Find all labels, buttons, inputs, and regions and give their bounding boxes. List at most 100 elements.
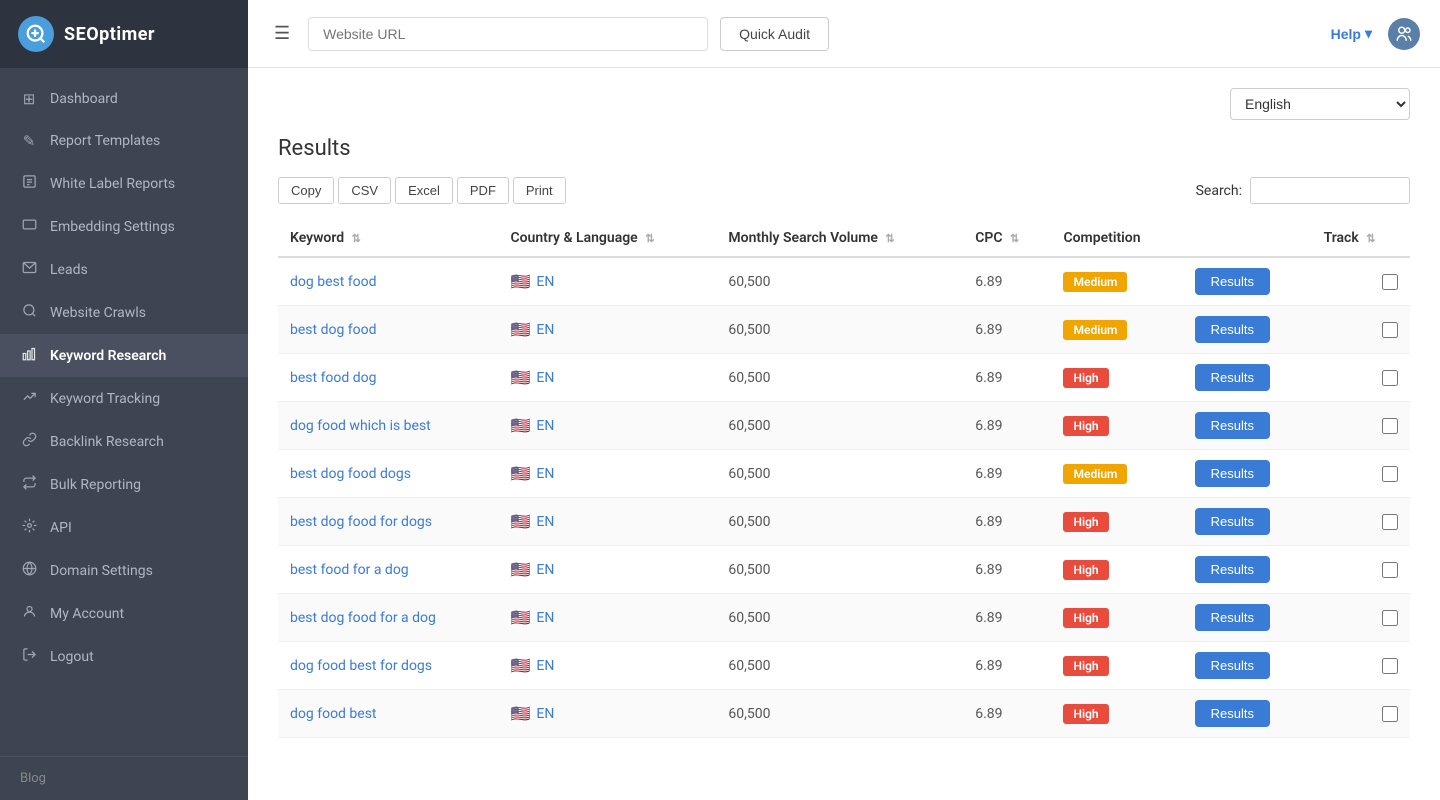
my-account-icon — [20, 604, 38, 623]
quick-audit-button[interactable]: Quick Audit — [720, 17, 829, 51]
table-row: best dog food for a dog 🇺🇸 EN 60,500 6.8… — [278, 594, 1410, 642]
cell-results-btn: Results — [1183, 546, 1312, 594]
track-checkbox[interactable] — [1382, 466, 1398, 482]
hamburger-button[interactable]: ☰ — [268, 17, 296, 50]
domain-settings-icon — [20, 561, 38, 580]
language-row: English Spanish French German — [278, 88, 1410, 120]
col-country-language: Country & Language ⇅ — [498, 220, 716, 257]
excel-button[interactable]: Excel — [395, 177, 453, 204]
competition-badge: High — [1063, 656, 1108, 676]
track-checkbox[interactable] — [1382, 274, 1398, 290]
white-label-icon — [20, 174, 38, 193]
flag-icon: 🇺🇸 — [510, 608, 530, 627]
copy-button[interactable]: Copy — [278, 177, 334, 204]
export-row: Copy CSV Excel PDF Print Search: — [278, 177, 1410, 204]
language-selector[interactable]: English Spanish French German — [1230, 88, 1410, 120]
results-button[interactable]: Results — [1195, 316, 1270, 343]
cell-volume: 60,500 — [716, 257, 963, 306]
table-row: best dog food 🇺🇸 EN 60,500 6.89 Medium R… — [278, 306, 1410, 354]
flag-icon: 🇺🇸 — [510, 416, 530, 435]
csv-button[interactable]: CSV — [338, 177, 391, 204]
results-table: Keyword ⇅ Country & Language ⇅ Monthly S… — [278, 220, 1410, 738]
results-button[interactable]: Results — [1195, 556, 1270, 583]
sidebar-item-label: Keyword Tracking — [50, 391, 160, 407]
main-area: ☰ Quick Audit Help ▾ English S — [248, 0, 1440, 800]
sidebar-item-label: Embedding Settings — [50, 219, 175, 235]
track-checkbox[interactable] — [1382, 658, 1398, 674]
sidebar-item-label: Keyword Research — [50, 348, 166, 364]
cell-keyword: best food for a dog — [278, 546, 498, 594]
results-button[interactable]: Results — [1195, 412, 1270, 439]
sidebar-item-bulk-reporting[interactable]: Bulk Reporting — [0, 463, 248, 506]
cell-competition: High — [1051, 498, 1182, 546]
results-button[interactable]: Results — [1195, 700, 1270, 727]
sidebar-item-keyword-research[interactable]: Keyword Research — [0, 334, 248, 377]
sort-icon-volume[interactable]: ⇅ — [885, 232, 894, 245]
sidebar-item-report-templates[interactable]: ✎ Report Templates — [0, 120, 248, 162]
track-checkbox[interactable] — [1382, 706, 1398, 722]
content-area: English Spanish French German Results Co… — [248, 68, 1440, 800]
results-button[interactable]: Results — [1195, 364, 1270, 391]
competition-badge: Medium — [1063, 320, 1127, 340]
sidebar-item-api[interactable]: API — [0, 506, 248, 549]
cell-track — [1312, 594, 1410, 642]
flag-icon: 🇺🇸 — [510, 656, 530, 675]
cell-country: 🇺🇸 EN — [498, 642, 716, 690]
url-input[interactable] — [308, 17, 708, 51]
users-icon[interactable] — [1388, 18, 1420, 50]
export-buttons: Copy CSV Excel PDF Print — [278, 177, 566, 204]
help-button[interactable]: Help ▾ — [1331, 25, 1372, 42]
sidebar-item-logout[interactable]: Logout — [0, 635, 248, 678]
sort-icon-track[interactable]: ⇅ — [1366, 232, 1375, 245]
results-button[interactable]: Results — [1195, 460, 1270, 487]
sidebar-item-domain-settings[interactable]: Domain Settings — [0, 549, 248, 592]
search-row: Search: — [1196, 177, 1410, 204]
sidebar-item-backlink-research[interactable]: Backlink Research — [0, 420, 248, 463]
flag-icon: 🇺🇸 — [510, 272, 530, 291]
cell-cpc: 6.89 — [963, 498, 1051, 546]
sidebar-item-keyword-tracking[interactable]: Keyword Tracking — [0, 377, 248, 420]
cell-results-btn: Results — [1183, 450, 1312, 498]
track-checkbox[interactable] — [1382, 322, 1398, 338]
print-button[interactable]: Print — [513, 177, 566, 204]
sidebar-item-white-label-reports[interactable]: White Label Reports — [0, 162, 248, 205]
api-icon — [20, 518, 38, 537]
sort-icon-cpc[interactable]: ⇅ — [1010, 232, 1019, 245]
topbar-right: Help ▾ — [1331, 18, 1420, 50]
search-input[interactable] — [1250, 177, 1410, 204]
sidebar-footer[interactable]: Blog — [0, 756, 248, 800]
track-checkbox[interactable] — [1382, 610, 1398, 626]
results-button[interactable]: Results — [1195, 268, 1270, 295]
col-action — [1183, 220, 1312, 257]
sort-icon-country[interactable]: ⇅ — [645, 232, 654, 245]
track-checkbox[interactable] — [1382, 562, 1398, 578]
results-button[interactable]: Results — [1195, 508, 1270, 535]
keyword-tracking-icon — [20, 389, 38, 408]
pdf-button[interactable]: PDF — [457, 177, 509, 204]
results-button[interactable]: Results — [1195, 652, 1270, 679]
cell-country: 🇺🇸 EN — [498, 594, 716, 642]
sidebar-item-my-account[interactable]: My Account — [0, 592, 248, 635]
sidebar-item-label: Domain Settings — [50, 563, 153, 579]
cell-results-btn: Results — [1183, 257, 1312, 306]
cell-track — [1312, 257, 1410, 306]
col-track: Track ⇅ — [1312, 220, 1410, 257]
track-checkbox[interactable] — [1382, 514, 1398, 530]
track-checkbox[interactable] — [1382, 370, 1398, 386]
sidebar-item-leads[interactable]: Leads — [0, 248, 248, 291]
track-checkbox[interactable] — [1382, 418, 1398, 434]
sidebar-item-dashboard[interactable]: ⊞ Dashboard — [0, 78, 248, 120]
sidebar-item-embedding-settings[interactable]: Embedding Settings — [0, 205, 248, 248]
table-row: best food for a dog 🇺🇸 EN 60,500 6.89 Hi… — [278, 546, 1410, 594]
flag-icon: 🇺🇸 — [510, 560, 530, 579]
table-row: dog food best 🇺🇸 EN 60,500 6.89 High Res… — [278, 690, 1410, 738]
results-button[interactable]: Results — [1195, 604, 1270, 631]
sidebar-item-website-crawls[interactable]: Website Crawls — [0, 291, 248, 334]
cell-cpc: 6.89 — [963, 257, 1051, 306]
table-row: dog food best for dogs 🇺🇸 EN 60,500 6.89… — [278, 642, 1410, 690]
results-title: Results — [278, 136, 1410, 161]
backlink-icon — [20, 432, 38, 451]
sort-icon-keyword[interactable]: ⇅ — [352, 232, 361, 245]
sidebar-item-label: Website Crawls — [50, 305, 146, 321]
table-row: best dog food dogs 🇺🇸 EN 60,500 6.89 Med… — [278, 450, 1410, 498]
